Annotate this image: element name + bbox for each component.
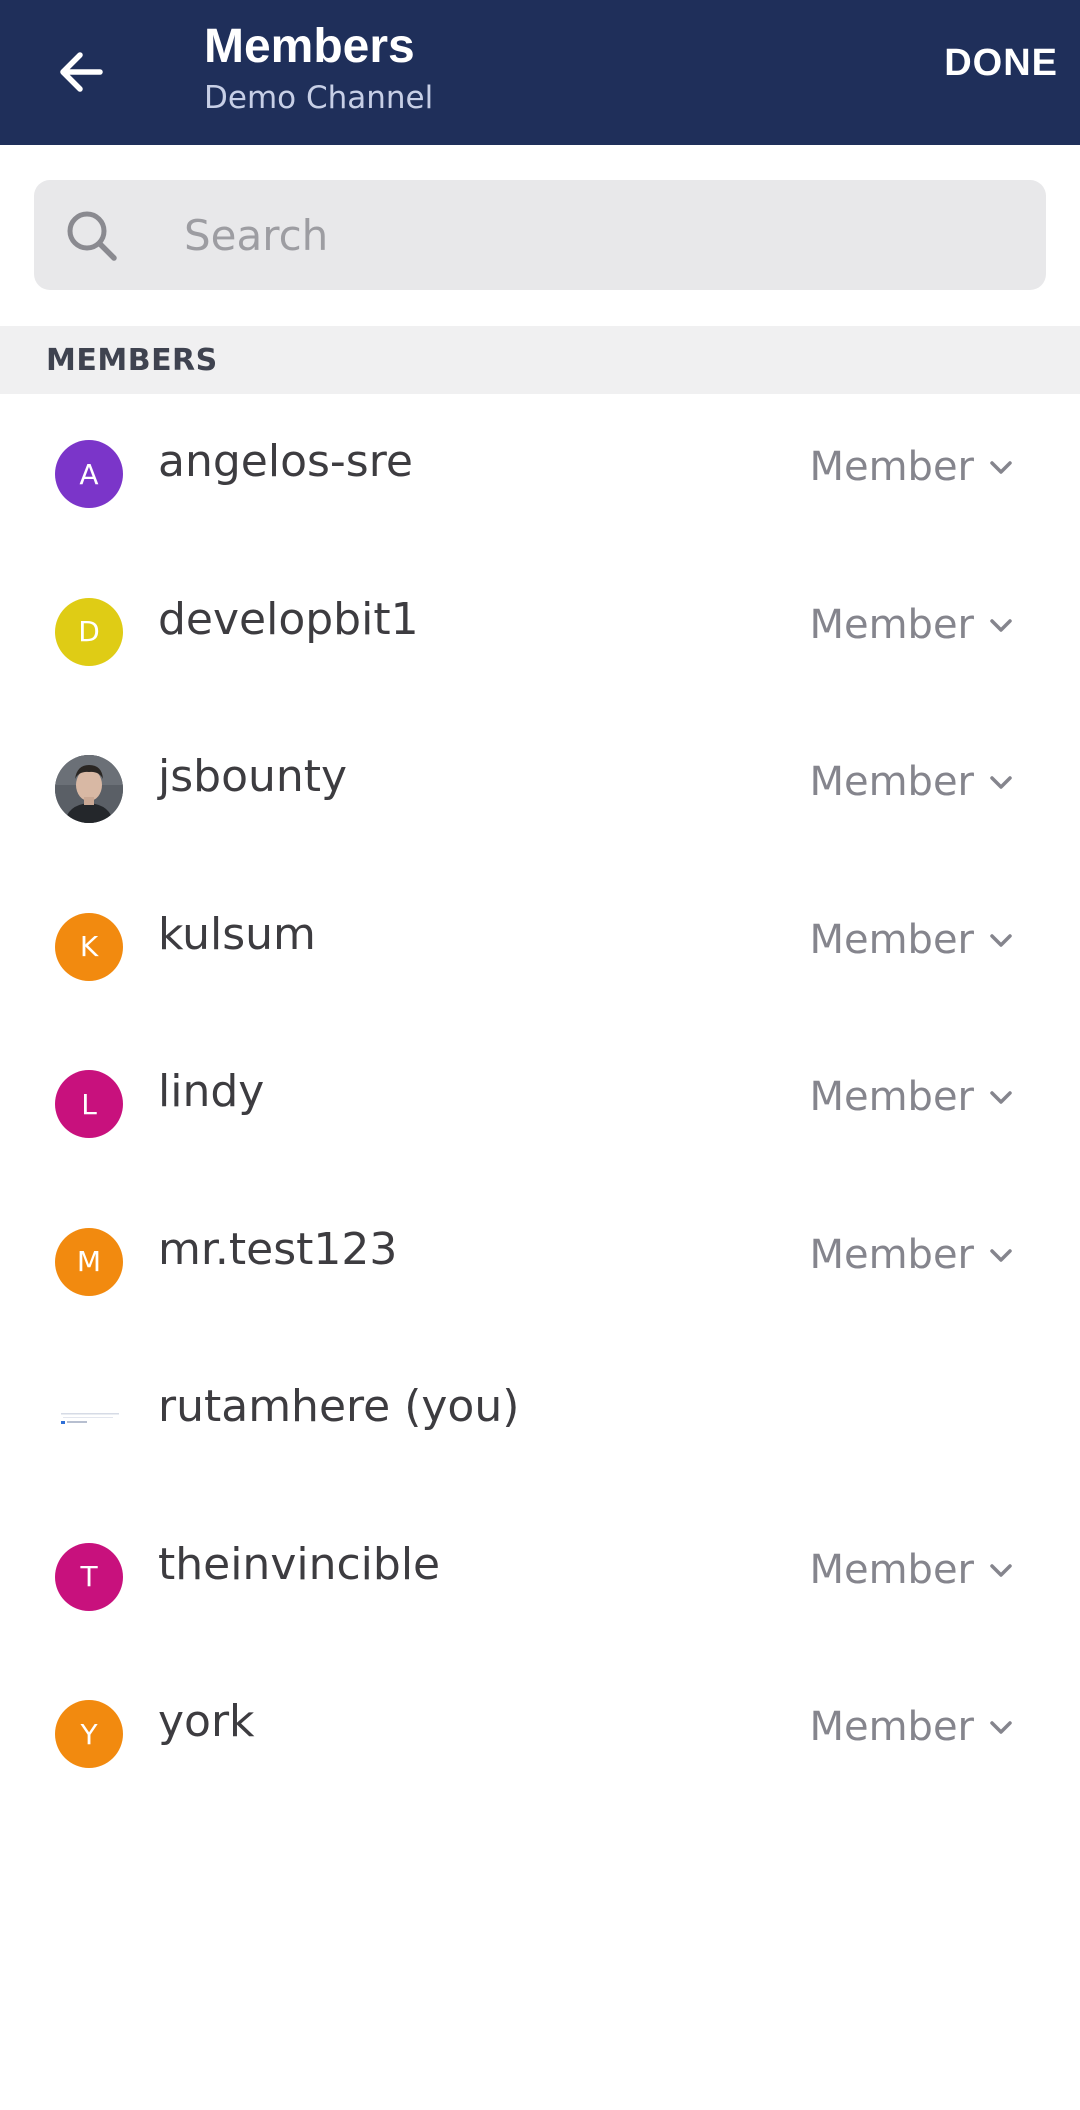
role-label: Member <box>809 601 974 648</box>
avatar-initial: D <box>78 615 100 648</box>
avatar-initial: K <box>79 930 99 963</box>
member-row[interactable]: A angelos-sre Member <box>0 394 1080 552</box>
role-dropdown[interactable]: Member <box>809 759 1014 805</box>
member-list: A angelos-sre Member D developbit1 Membe… <box>0 394 1080 1812</box>
avatar: D <box>55 597 123 666</box>
member-name: angelos-sre <box>158 436 413 487</box>
avatar-initial: A <box>79 457 99 491</box>
member-row[interactable]: T theinvincible Member <box>0 1497 1080 1655</box>
channel-subtitle: Demo Channel <box>204 80 434 116</box>
avatar: K <box>55 912 123 981</box>
member-row[interactable]: D developbit1 Member <box>0 552 1080 710</box>
search-box[interactable] <box>34 180 1046 290</box>
screenshot-thumbnail-icon <box>61 1413 119 1424</box>
member-name: developbit1 <box>158 593 419 645</box>
avatar-initial: M <box>76 1245 102 1278</box>
page-title: Members <box>204 20 415 73</box>
role-dropdown[interactable]: Member <box>809 917 1014 963</box>
role-dropdown[interactable]: Member <box>809 444 1014 490</box>
member-name: kulsum <box>158 908 316 960</box>
role-label: Member <box>809 1546 974 1593</box>
role-label: Member <box>809 916 974 963</box>
search-input[interactable] <box>184 180 1024 290</box>
avatar-image <box>55 1385 123 1453</box>
member-row[interactable]: jsbounty Member <box>0 709 1080 867</box>
role-label: Member <box>809 1074 974 1120</box>
back-button[interactable] <box>40 32 120 112</box>
chevron-down-icon <box>990 1248 1012 1262</box>
avatar: A <box>55 440 123 508</box>
member-row[interactable]: L lindy Member <box>0 1024 1080 1182</box>
person-photo-icon <box>55 755 123 823</box>
chevron-down-icon <box>990 461 1012 474</box>
avatar-photo <box>55 755 123 823</box>
member-name: lindy <box>158 1066 265 1117</box>
role-dropdown[interactable]: Member <box>809 1074 1014 1120</box>
avatar: T <box>55 1542 123 1611</box>
arrow-left-icon <box>60 52 103 92</box>
avatar: Y <box>55 1700 123 1768</box>
role-label: Member <box>809 1231 974 1278</box>
member-row-self[interactable]: rutamhere (you) <box>0 1339 1080 1497</box>
title-block: Members Demo Channel <box>204 18 433 118</box>
chevron-down-icon <box>990 1721 1012 1734</box>
avatar-initial: T <box>80 1560 98 1593</box>
member-row[interactable]: K kulsum Member <box>0 867 1080 1025</box>
avatar: M <box>55 1227 123 1296</box>
member-row[interactable]: Y york Member <box>0 1654 1080 1812</box>
member-name: theinvincible <box>158 1538 441 1590</box>
done-button[interactable]: DONE <box>944 42 1058 85</box>
search-icon <box>67 211 117 261</box>
chevron-down-icon <box>990 1091 1012 1104</box>
app-bar: Members Demo Channel DONE <box>0 0 1080 145</box>
chevron-down-icon <box>990 933 1012 947</box>
member-name: york <box>158 1696 255 1747</box>
members-section-header: MEMBERS <box>0 326 1080 394</box>
role-dropdown[interactable]: Member <box>809 602 1014 648</box>
member-name: mr.test123 <box>158 1223 398 1275</box>
role-dropdown[interactable]: Member <box>809 1232 1014 1278</box>
chevron-down-icon <box>990 618 1012 632</box>
chevron-down-icon <box>990 1563 1012 1577</box>
member-row[interactable]: M mr.test123 Member <box>0 1182 1080 1340</box>
role-dropdown[interactable]: Member <box>809 1547 1014 1593</box>
role-dropdown[interactable]: Member <box>809 1704 1014 1750</box>
section-label: MEMBERS <box>46 343 218 378</box>
role-label: Member <box>809 759 974 805</box>
chevron-down-icon <box>990 776 1012 789</box>
avatar-initial: L <box>81 1087 97 1121</box>
avatar-initial: Y <box>80 1717 98 1751</box>
member-name: rutamhere (you) <box>158 1381 520 1432</box>
member-name: jsbounty <box>158 751 348 802</box>
role-label: Member <box>809 1704 974 1750</box>
role-label: Member <box>809 444 974 490</box>
avatar: L <box>55 1070 123 1138</box>
